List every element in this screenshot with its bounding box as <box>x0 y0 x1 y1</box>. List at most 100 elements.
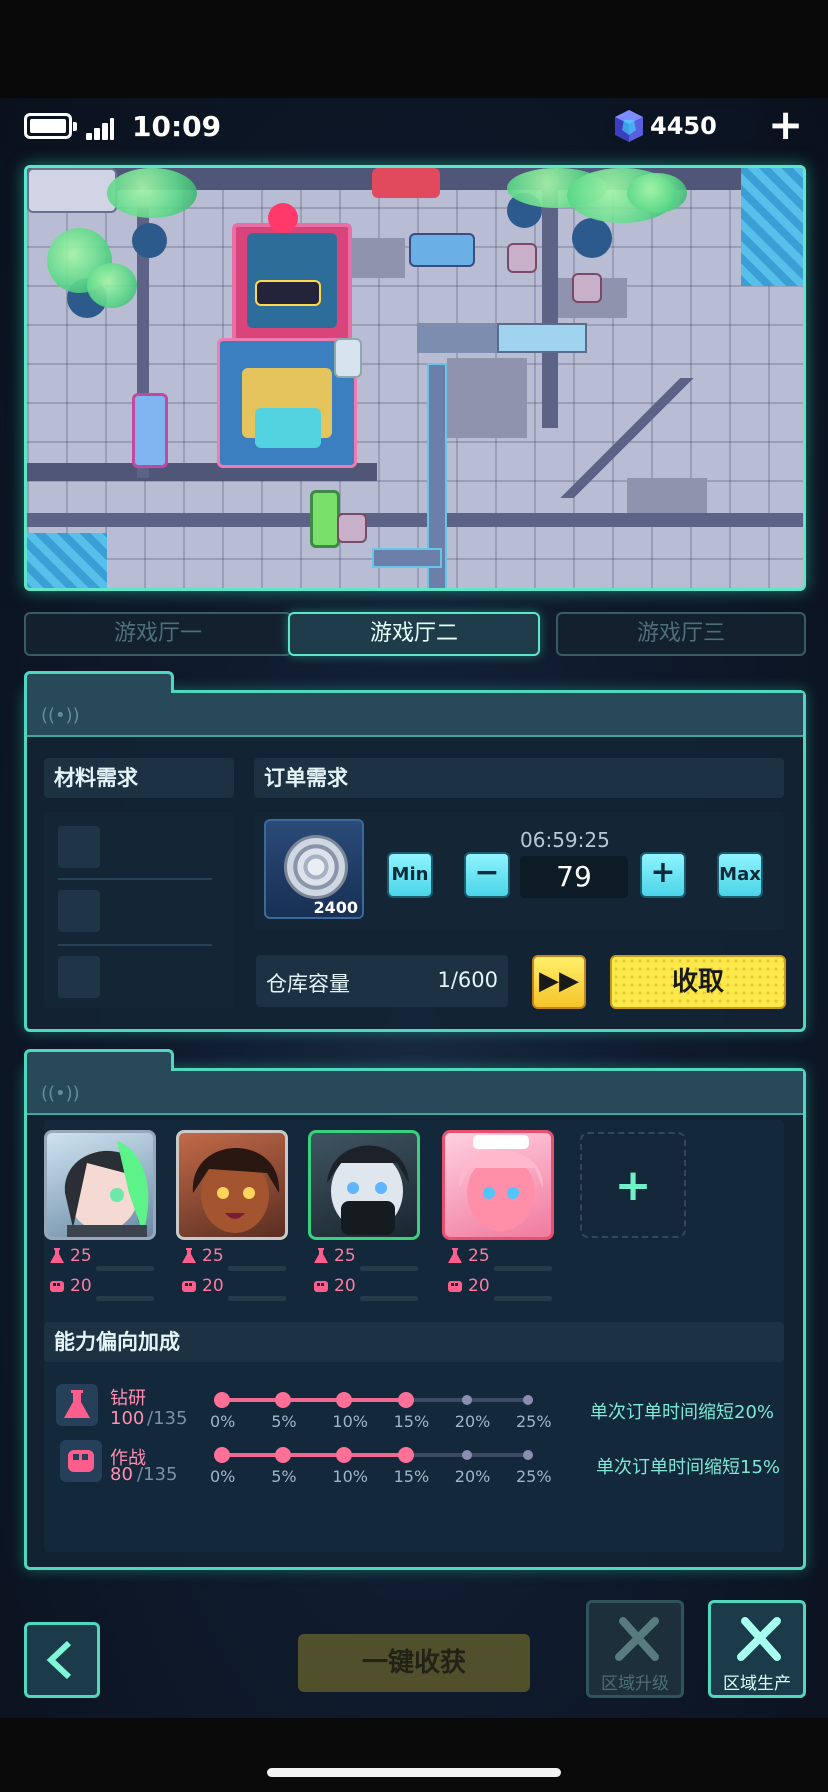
research-stat: 25 <box>70 1246 92 1266</box>
research-bonus-max: /135 <box>147 1408 188 1429</box>
bonus-percent-label: 15% <box>393 1412 430 1431</box>
item-count: 2400 <box>313 898 358 917</box>
arcade-map-view[interactable] <box>24 165 806 591</box>
materials-title: 材料需求 <box>44 758 234 798</box>
orders-title: 订单需求 <box>254 758 784 798</box>
currency-amount: 4450 <box>650 112 717 140</box>
bonus-percent-label: 25% <box>516 1467 552 1486</box>
tools-icon <box>737 1617 781 1661</box>
bonus-level-dot <box>523 1450 533 1460</box>
green-hair-character[interactable] <box>44 1130 156 1240</box>
bonus-track-filled <box>222 1398 406 1402</box>
decrease-button[interactable]: − <box>464 852 510 898</box>
quantity-field[interactable]: 79 <box>520 856 628 898</box>
flask-icon <box>314 1248 328 1263</box>
research-bar <box>494 1266 552 1271</box>
combat-bonus-effect: 单次订单时间缩短15% <box>596 1457 781 1478</box>
dark-hair-character[interactable] <box>176 1130 288 1240</box>
combat-stat: 20 <box>468 1276 490 1296</box>
bonus-level-dot <box>214 1392 230 1408</box>
research-stat: 25 <box>334 1246 356 1266</box>
combat-stat: 20 <box>334 1276 356 1296</box>
bonus-level-dot <box>523 1395 533 1405</box>
combat-bar <box>96 1296 154 1301</box>
bonus-percent-label: 10% <box>332 1467 368 1486</box>
add-currency-button[interactable]: + <box>768 104 803 146</box>
research-stat: 25 <box>202 1246 224 1266</box>
fist-icon <box>314 1281 328 1292</box>
material-slot[interactable] <box>58 826 100 868</box>
tab-arcade-3[interactable]: 游戏厅三 <box>556 612 806 656</box>
plus-icon: + <box>614 1160 652 1211</box>
pink-hair-character[interactable] <box>442 1130 554 1240</box>
signal-wave-icon: ((•)) <box>41 705 80 726</box>
order-item[interactable]: 2400 <box>264 819 364 919</box>
research-bonus-track: 0% 5% 10% 15% 20% 25% <box>210 1392 552 1431</box>
research-bar <box>228 1266 286 1271</box>
research-bar <box>360 1266 418 1271</box>
battery-icon <box>24 113 77 139</box>
storage-capacity: 仓库容量 1/600 <box>256 955 508 1007</box>
silver-coin-icon <box>284 835 348 899</box>
order-timer: 06:59:25 <box>520 828 610 852</box>
flask-icon <box>448 1248 462 1263</box>
masked-character[interactable] <box>308 1130 420 1240</box>
back-arrow-icon <box>46 1640 72 1680</box>
bonus-level-dot <box>397 1392 414 1408</box>
bonus-title: 能力偏向加成 <box>44 1322 784 1362</box>
back-button[interactable] <box>24 1622 100 1698</box>
bonus-level-dot <box>461 1450 472 1460</box>
research-bonus-effect: 单次订单时间缩短20% <box>590 1402 775 1423</box>
combat-bonus-current: 80 <box>110 1464 133 1485</box>
research-bar <box>96 1266 154 1271</box>
combat-stat: 20 <box>70 1276 92 1296</box>
max-button[interactable]: Max <box>717 852 763 898</box>
combat-bar <box>360 1296 418 1301</box>
area-produce-button[interactable]: 区域生产 <box>708 1600 806 1698</box>
research-bonus-icon <box>56 1384 98 1426</box>
research-stat: 25 <box>468 1246 490 1266</box>
combat-bonus-icon <box>60 1440 102 1482</box>
tab-arcade-1[interactable]: 游戏厅一 <box>24 612 292 656</box>
status-time: 10:09 <box>132 110 222 143</box>
bonus-percent-label: 0% <box>210 1412 236 1431</box>
collect-button[interactable]: 收取 <box>610 955 786 1009</box>
bottom-black-band <box>0 1718 828 1792</box>
area-upgrade-button[interactable]: 区域升级 <box>586 1600 684 1698</box>
add-character-button[interactable]: + <box>580 1132 686 1238</box>
tab-arcade-2[interactable]: 游戏厅二 <box>288 612 540 656</box>
bonus-percent-label: 20% <box>454 1467 491 1486</box>
bonus-percent-label: 20% <box>454 1412 491 1431</box>
bonus-percent-label: 15% <box>393 1467 430 1486</box>
bonus-percent-label: 5% <box>271 1467 297 1486</box>
research-bonus-name: 钻研 <box>110 1388 146 1409</box>
bonus-track-filled <box>222 1453 406 1457</box>
capacity-value: 1/600 <box>437 968 498 992</box>
fist-icon <box>182 1281 196 1292</box>
bonus-percent-label: 5% <box>271 1412 297 1431</box>
gem-cube-icon <box>615 110 643 142</box>
min-button[interactable]: Min <box>387 852 433 898</box>
divider <box>58 878 212 880</box>
home-indicator[interactable] <box>267 1768 561 1777</box>
bonus-level-dot <box>461 1395 472 1405</box>
fist-icon <box>448 1281 462 1292</box>
combat-bar <box>494 1296 552 1301</box>
fist-icon <box>50 1281 64 1292</box>
material-slot[interactable] <box>58 890 100 932</box>
combat-bonus-track: 0% 5% 10% 15% 20% 25% <box>210 1447 552 1486</box>
bonus-percent-label: 10% <box>332 1412 368 1431</box>
fast-forward-button[interactable]: ▶▶ <box>532 955 586 1009</box>
signal-wave-icon: ((•)) <box>41 1083 80 1104</box>
capacity-label: 仓库容量 <box>266 972 350 996</box>
research-bonus-current: 100 <box>110 1408 145 1429</box>
material-slot[interactable] <box>58 956 100 998</box>
harvest-all-button[interactable]: 一键收获 <box>298 1634 530 1692</box>
combat-bar <box>228 1296 286 1301</box>
wrench-icon <box>615 1617 659 1661</box>
divider <box>58 944 212 946</box>
bonus-level-dot <box>397 1447 414 1463</box>
increase-button[interactable]: + <box>640 852 686 898</box>
flask-icon <box>50 1248 64 1263</box>
top-black-band <box>0 0 828 98</box>
